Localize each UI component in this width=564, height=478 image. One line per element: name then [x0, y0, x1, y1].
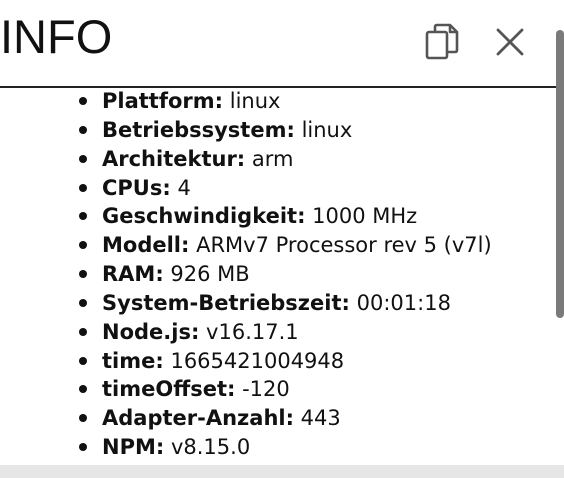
list-item: NPM: v8.15.0 — [79, 433, 556, 462]
info-label: time: — [102, 348, 164, 373]
info-value: 443 — [300, 406, 341, 431]
close-button[interactable] — [488, 20, 532, 64]
info-value: arm — [251, 146, 294, 171]
list-item: Modell: ARMv7 Processor rev 5 (v7l) — [79, 231, 556, 260]
list-item: Node.js: v16.17.1 — [79, 318, 556, 347]
info-list: Plattform: linux Betriebssystem: linux A… — [0, 88, 556, 462]
list-item: Plattform: linux — [79, 88, 556, 116]
dialog-backdrop — [0, 465, 564, 478]
info-value: v8.15.0 — [170, 435, 251, 460]
info-value: 00:01:18 — [356, 290, 451, 315]
info-label: Geschwindigkeit: — [102, 204, 306, 229]
info-label: RAM: — [102, 262, 164, 287]
info-label: Betriebssystem: — [102, 117, 295, 142]
scrollbar[interactable] — [556, 0, 564, 478]
list-item: System-Betriebszeit: 00:01:18 — [79, 289, 556, 318]
info-label: Adapter-Anzahl: — [102, 406, 294, 431]
list-item: Adapter-Anzahl: 443 — [79, 404, 556, 433]
info-value: 1665421004948 — [170, 348, 345, 373]
info-label: NPM: — [102, 435, 165, 460]
list-item: Architektur: arm — [79, 145, 556, 174]
info-value: v16.17.1 — [206, 319, 299, 344]
list-item: RAM: 926 MB — [79, 260, 556, 289]
dialog-title: INFO — [0, 10, 113, 63]
info-value: linux — [301, 117, 353, 142]
dialog-header: INFO — [0, 0, 556, 88]
close-icon — [496, 28, 524, 56]
info-value: ARMv7 Processor rev 5 (v7l) — [196, 233, 492, 258]
info-label: CPUs: — [102, 175, 171, 200]
info-value: -120 — [242, 377, 290, 402]
scrollbar-thumb[interactable] — [556, 30, 564, 318]
list-item: Betriebssystem: linux — [79, 116, 556, 145]
info-value: 4 — [177, 175, 191, 200]
info-label: System-Betriebszeit: — [102, 290, 350, 315]
copy-button[interactable] — [420, 20, 464, 64]
list-item: time: 1665421004948 — [79, 347, 556, 376]
info-value: linux — [229, 89, 281, 113]
info-label: Plattform: — [102, 89, 224, 113]
info-value: 926 MB — [170, 262, 250, 287]
info-label: Architektur: — [102, 146, 246, 171]
info-label: timeOffset: — [102, 377, 236, 402]
list-item: Geschwindigkeit: 1000 MHz — [79, 202, 556, 231]
info-label: Modell: — [102, 233, 190, 258]
info-value: 1000 MHz — [312, 204, 418, 229]
list-item: CPUs: 4 — [79, 174, 556, 203]
copy-icon — [425, 23, 459, 60]
info-label: Node.js: — [102, 319, 200, 344]
info-dialog: INFO Plattform: linux Betriebssystem: li… — [0, 0, 556, 465]
info-content: Plattform: linux Betriebssystem: linux A… — [0, 88, 556, 465]
list-item: timeOffset: -120 — [79, 375, 556, 404]
